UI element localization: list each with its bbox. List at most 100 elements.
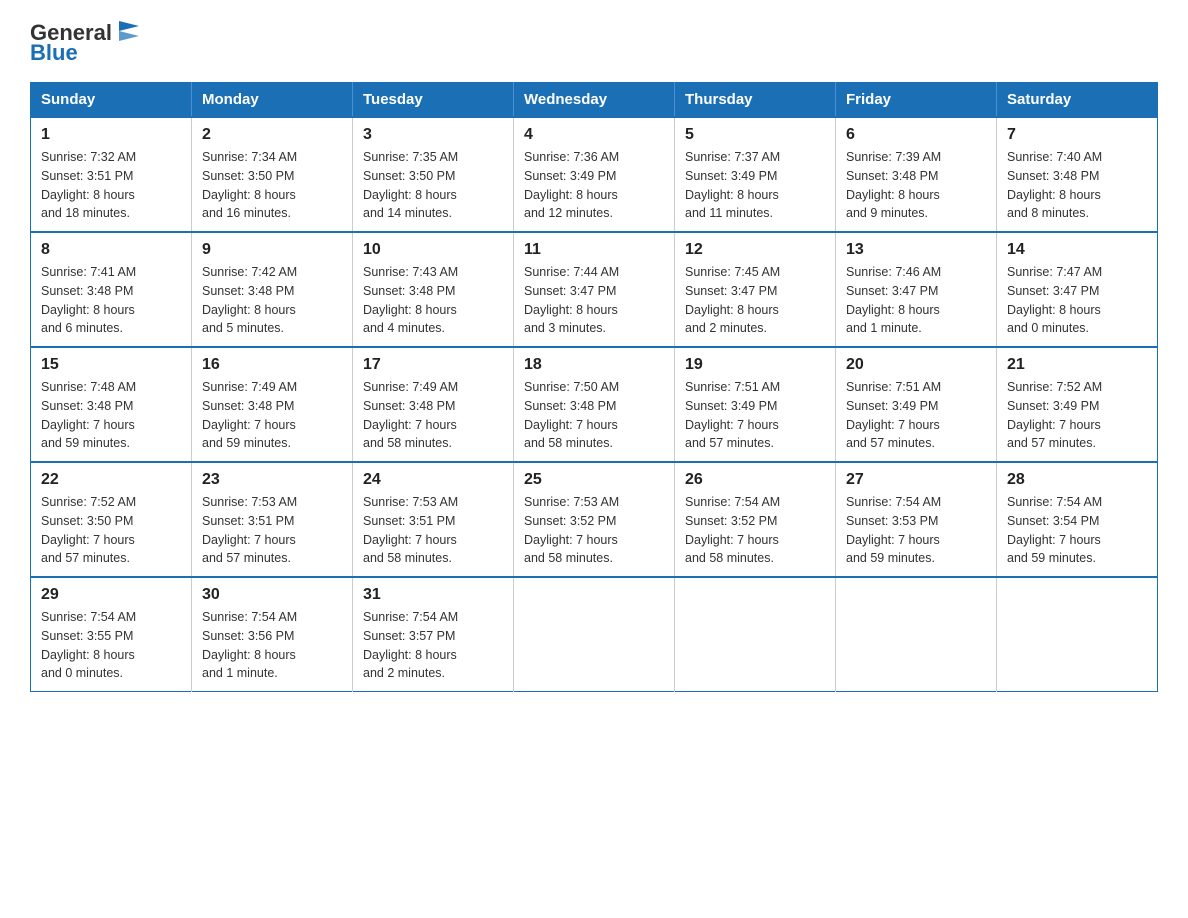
day-number: 29 [41, 586, 181, 604]
day-info: Sunrise: 7:35 AMSunset: 3:50 PMDaylight:… [363, 150, 458, 220]
day-info: Sunrise: 7:51 AMSunset: 3:49 PMDaylight:… [685, 380, 780, 450]
col-header-friday: Friday [836, 83, 997, 118]
calendar-day-cell: 31Sunrise: 7:54 AMSunset: 3:57 PMDayligh… [353, 577, 514, 692]
day-info: Sunrise: 7:54 AMSunset: 3:55 PMDaylight:… [41, 610, 136, 680]
calendar-week-row: 29 Sunrise: 7:54 AMSunset: 3:55 PMDayligh… [31, 577, 1158, 692]
day-number: 18 [524, 356, 664, 374]
day-number: 19 [685, 356, 825, 374]
day-number: 3 [363, 126, 503, 144]
day-number: 9 [202, 241, 342, 259]
day-number: 28 [1007, 471, 1147, 489]
calendar-week-row: 22 Sunrise: 7:52 AMSunset: 3:50 PMDayligh… [31, 462, 1158, 577]
calendar-day-cell: 21Sunrise: 7:52 AMSunset: 3:49 PMDayligh… [997, 347, 1158, 462]
calendar-day-cell: 30 Sunrise: 7:54 AMSunset: 3:56 PMDayligh… [192, 577, 353, 692]
day-number: 20 [846, 356, 986, 374]
calendar-day-cell: 3 Sunrise: 7:35 AMSunset: 3:50 PMDaylight… [353, 117, 514, 232]
day-info: Sunrise: 7:44 AMSunset: 3:47 PMDaylight:… [524, 265, 619, 335]
calendar-empty-cell [675, 577, 836, 692]
logo-flag-icon [114, 16, 144, 46]
day-info: Sunrise: 7:43 AMSunset: 3:48 PMDaylight:… [363, 265, 458, 335]
day-info: Sunrise: 7:52 AMSunset: 3:50 PMDaylight:… [41, 495, 136, 565]
day-number: 7 [1007, 126, 1147, 144]
day-number: 21 [1007, 356, 1147, 374]
col-header-sunday: Sunday [31, 83, 192, 118]
calendar-day-cell: 16 Sunrise: 7:49 AMSunset: 3:48 PMDayligh… [192, 347, 353, 462]
calendar-day-cell: 28 Sunrise: 7:54 AMSunset: 3:54 PMDayligh… [997, 462, 1158, 577]
day-number: 12 [685, 241, 825, 259]
calendar-day-cell: 8 Sunrise: 7:41 AMSunset: 3:48 PMDaylight… [31, 232, 192, 347]
calendar-day-cell: 11 Sunrise: 7:44 AMSunset: 3:47 PMDayligh… [514, 232, 675, 347]
calendar-day-cell: 18 Sunrise: 7:50 AMSunset: 3:48 PMDayligh… [514, 347, 675, 462]
day-info: Sunrise: 7:40 AMSunset: 3:48 PMDaylight:… [1007, 150, 1102, 220]
day-number: 27 [846, 471, 986, 489]
day-number: 11 [524, 241, 664, 259]
calendar-day-cell: 25 Sunrise: 7:53 AMSunset: 3:52 PMDayligh… [514, 462, 675, 577]
day-number: 5 [685, 126, 825, 144]
day-info: Sunrise: 7:49 AMSunset: 3:48 PMDaylight:… [202, 380, 297, 450]
day-number: 30 [202, 586, 342, 604]
day-number: 23 [202, 471, 342, 489]
calendar-day-cell: 15Sunrise: 7:48 AMSunset: 3:48 PMDayligh… [31, 347, 192, 462]
calendar-day-cell: 9 Sunrise: 7:42 AMSunset: 3:48 PMDaylight… [192, 232, 353, 347]
calendar-day-cell: 24 Sunrise: 7:53 AMSunset: 3:51 PMDayligh… [353, 462, 514, 577]
calendar-day-cell: 10 Sunrise: 7:43 AMSunset: 3:48 PMDayligh… [353, 232, 514, 347]
calendar-day-cell: 12 Sunrise: 7:45 AMSunset: 3:47 PMDayligh… [675, 232, 836, 347]
day-number: 10 [363, 241, 503, 259]
calendar-table: SundayMondayTuesdayWednesdayThursdayFrid… [30, 82, 1158, 692]
day-number: 25 [524, 471, 664, 489]
day-info: Sunrise: 7:42 AMSunset: 3:48 PMDaylight:… [202, 265, 297, 335]
day-number: 4 [524, 126, 664, 144]
calendar-empty-cell [997, 577, 1158, 692]
day-number: 8 [41, 241, 181, 259]
day-info: Sunrise: 7:54 AMSunset: 3:56 PMDaylight:… [202, 610, 297, 680]
day-number: 17 [363, 356, 503, 374]
calendar-day-cell: 1 Sunrise: 7:32 AMSunset: 3:51 PMDaylight… [31, 117, 192, 232]
calendar-day-cell: 26Sunrise: 7:54 AMSunset: 3:52 PMDayligh… [675, 462, 836, 577]
day-info: Sunrise: 7:32 AMSunset: 3:51 PMDaylight:… [41, 150, 136, 220]
calendar-day-cell: 7 Sunrise: 7:40 AMSunset: 3:48 PMDaylight… [997, 117, 1158, 232]
calendar-day-cell: 6 Sunrise: 7:39 AMSunset: 3:48 PMDaylight… [836, 117, 997, 232]
calendar-day-cell: 2Sunrise: 7:34 AMSunset: 3:50 PMDaylight… [192, 117, 353, 232]
calendar-day-cell: 22 Sunrise: 7:52 AMSunset: 3:50 PMDayligh… [31, 462, 192, 577]
day-number: 14 [1007, 241, 1147, 259]
col-header-tuesday: Tuesday [353, 83, 514, 118]
col-header-saturday: Saturday [997, 83, 1158, 118]
day-info: Sunrise: 7:54 AMSunset: 3:53 PMDaylight:… [846, 495, 941, 565]
calendar-day-cell: 19 Sunrise: 7:51 AMSunset: 3:49 PMDayligh… [675, 347, 836, 462]
logo-blue: Blue [30, 40, 78, 66]
calendar-week-row: 1 Sunrise: 7:32 AMSunset: 3:51 PMDaylight… [31, 117, 1158, 232]
day-info: Sunrise: 7:37 AMSunset: 3:49 PMDaylight:… [685, 150, 780, 220]
day-info: Sunrise: 7:45 AMSunset: 3:47 PMDaylight:… [685, 265, 780, 335]
calendar-day-cell: 14Sunrise: 7:47 AMSunset: 3:47 PMDayligh… [997, 232, 1158, 347]
calendar-day-cell: 4 Sunrise: 7:36 AMSunset: 3:49 PMDaylight… [514, 117, 675, 232]
day-info: Sunrise: 7:48 AMSunset: 3:48 PMDaylight:… [41, 380, 136, 450]
day-number: 13 [846, 241, 986, 259]
day-number: 22 [41, 471, 181, 489]
day-info: Sunrise: 7:54 AMSunset: 3:57 PMDaylight:… [363, 610, 458, 680]
day-number: 24 [363, 471, 503, 489]
day-info: Sunrise: 7:54 AMSunset: 3:54 PMDaylight:… [1007, 495, 1102, 565]
day-info: Sunrise: 7:39 AMSunset: 3:48 PMDaylight:… [846, 150, 941, 220]
day-info: Sunrise: 7:41 AMSunset: 3:48 PMDaylight:… [41, 265, 136, 335]
calendar-empty-cell [514, 577, 675, 692]
col-header-monday: Monday [192, 83, 353, 118]
day-number: 26 [685, 471, 825, 489]
calendar-header-row: SundayMondayTuesdayWednesdayThursdayFrid… [31, 83, 1158, 118]
col-header-wednesday: Wednesday [514, 83, 675, 118]
page-header: General Blue [30, 20, 1158, 66]
day-info: Sunrise: 7:50 AMSunset: 3:48 PMDaylight:… [524, 380, 619, 450]
calendar-day-cell: 23 Sunrise: 7:53 AMSunset: 3:51 PMDayligh… [192, 462, 353, 577]
calendar-week-row: 8 Sunrise: 7:41 AMSunset: 3:48 PMDaylight… [31, 232, 1158, 347]
day-number: 2 [202, 126, 342, 144]
day-info: Sunrise: 7:36 AMSunset: 3:49 PMDaylight:… [524, 150, 619, 220]
day-number: 6 [846, 126, 986, 144]
day-info: Sunrise: 7:53 AMSunset: 3:51 PMDaylight:… [202, 495, 297, 565]
calendar-week-row: 15Sunrise: 7:48 AMSunset: 3:48 PMDayligh… [31, 347, 1158, 462]
day-info: Sunrise: 7:49 AMSunset: 3:48 PMDaylight:… [363, 380, 458, 450]
calendar-empty-cell [836, 577, 997, 692]
day-number: 16 [202, 356, 342, 374]
day-info: Sunrise: 7:53 AMSunset: 3:52 PMDaylight:… [524, 495, 619, 565]
day-info: Sunrise: 7:51 AMSunset: 3:49 PMDaylight:… [846, 380, 941, 450]
day-number: 1 [41, 126, 181, 144]
day-info: Sunrise: 7:53 AMSunset: 3:51 PMDaylight:… [363, 495, 458, 565]
